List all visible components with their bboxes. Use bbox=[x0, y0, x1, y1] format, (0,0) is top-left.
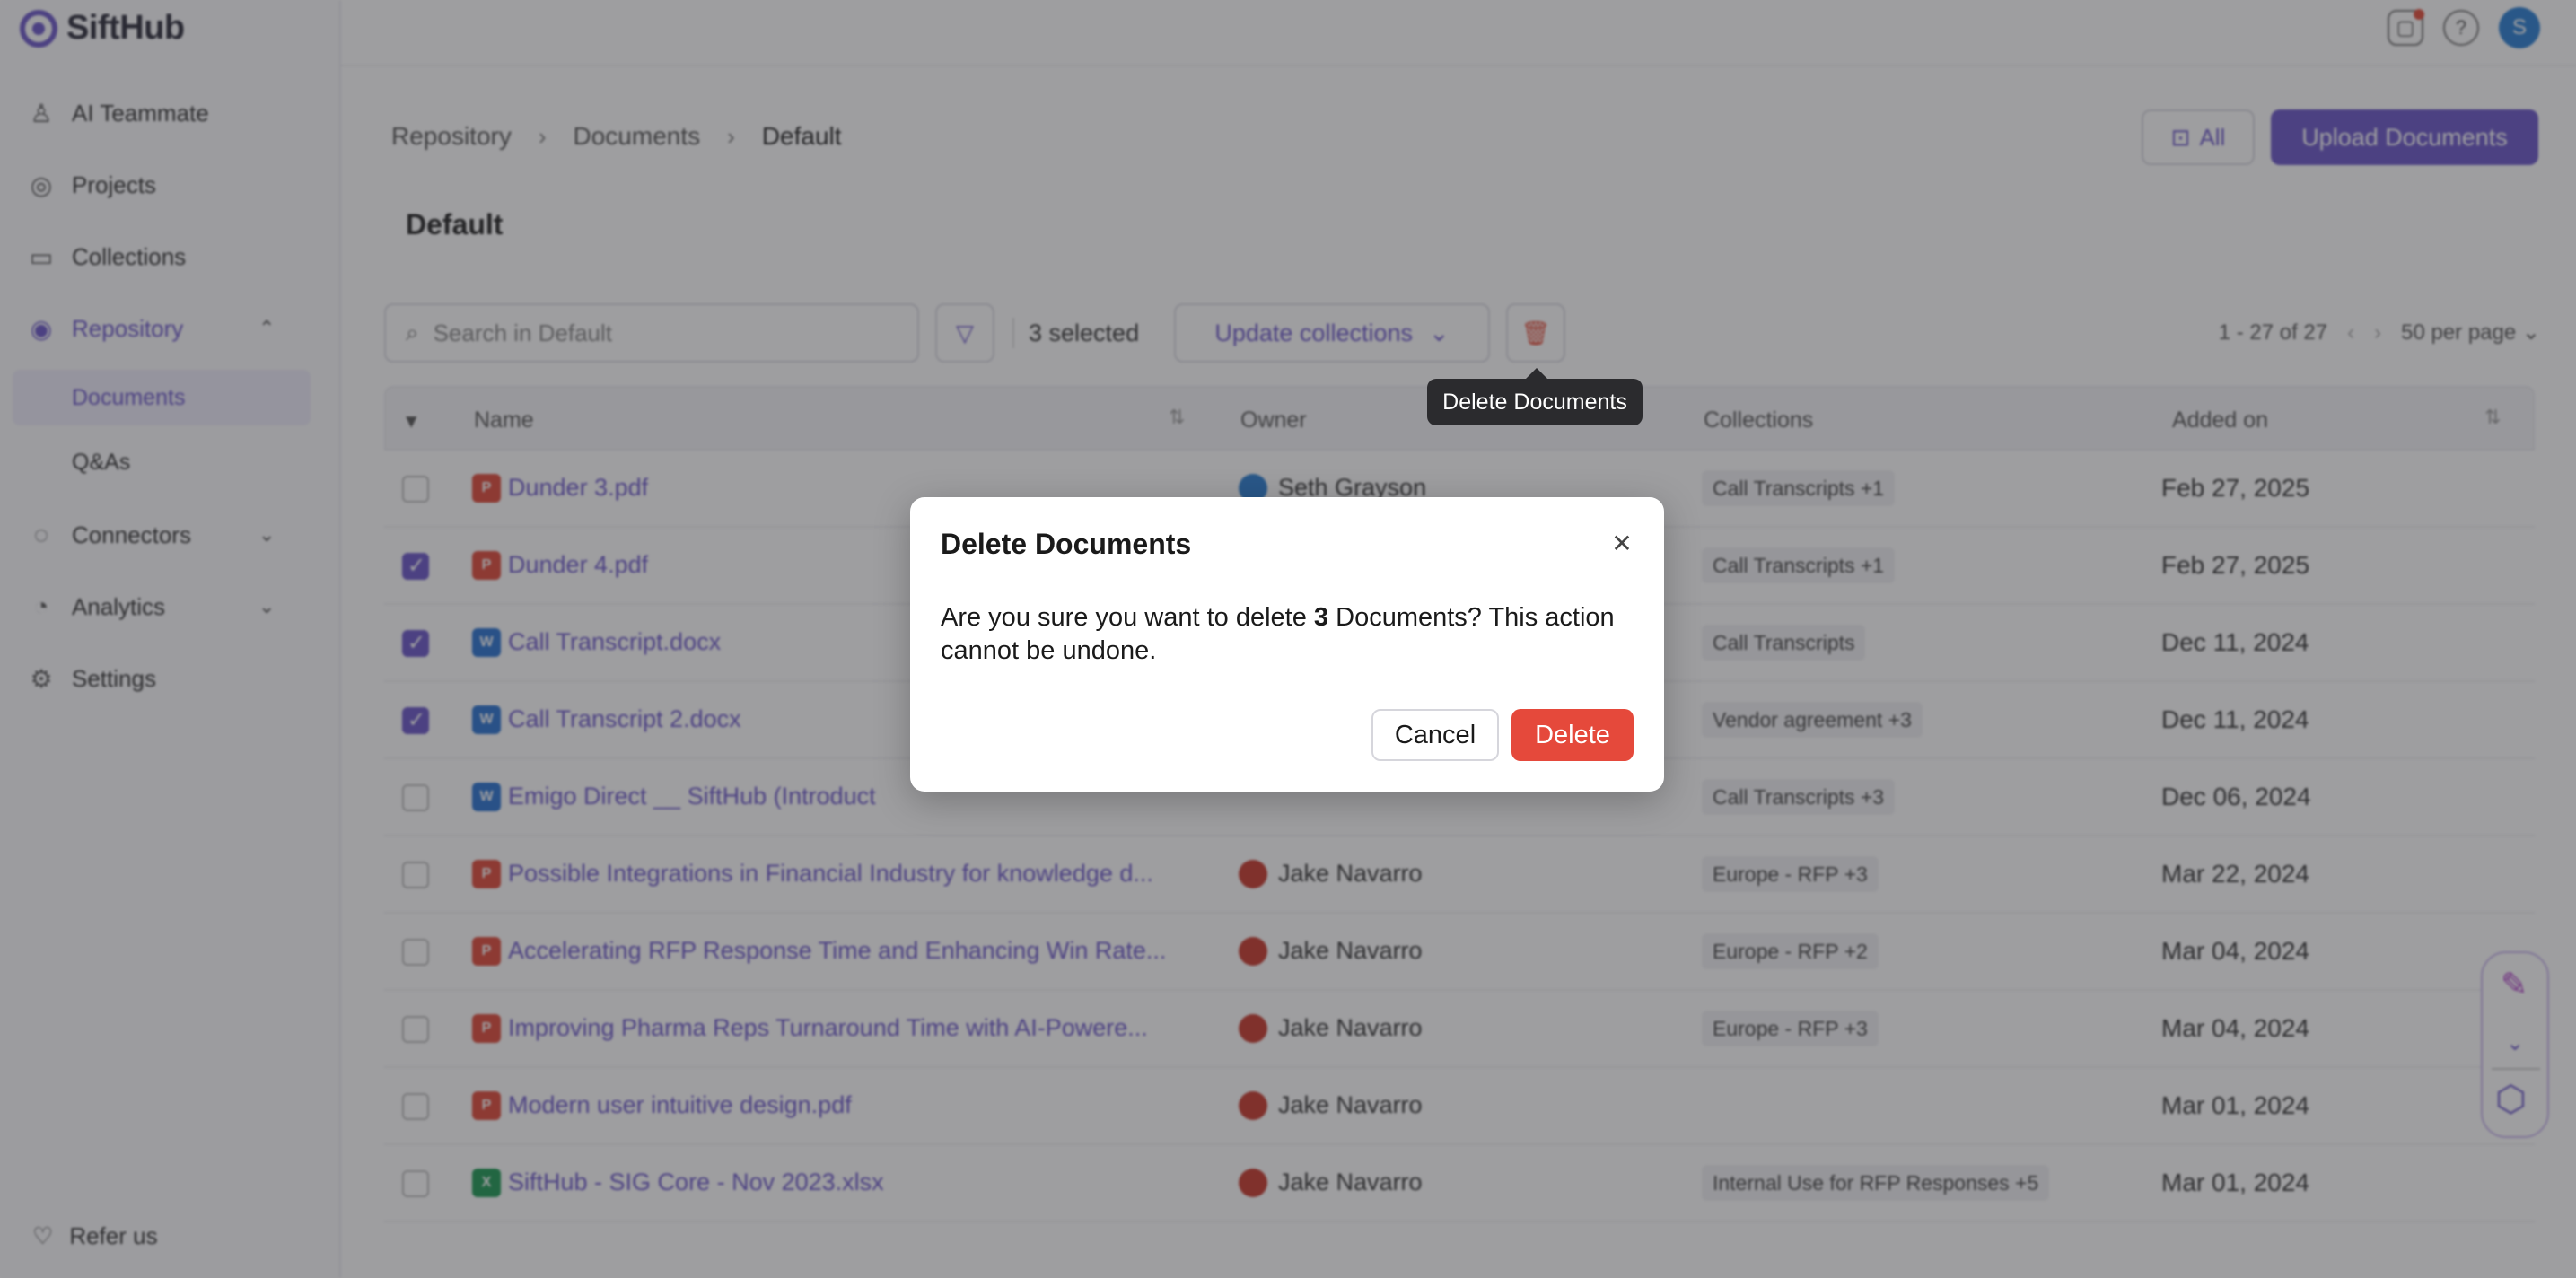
delete-documents-modal: Delete Documents ✕ Are you sure you want… bbox=[910, 497, 1664, 792]
delete-documents-tooltip: Delete Documents bbox=[1427, 368, 1643, 425]
close-icon[interactable]: ✕ bbox=[1607, 528, 1637, 558]
modal-message-prefix: Are you sure you want to delete bbox=[941, 603, 1314, 632]
delete-button[interactable]: Delete bbox=[1511, 709, 1634, 761]
modal-title: Delete Documents bbox=[941, 528, 1192, 560]
cancel-button[interactable]: Cancel bbox=[1371, 709, 1499, 761]
modal-message: Are you sure you want to delete 3 Docume… bbox=[941, 601, 1641, 668]
modal-message-count: 3 bbox=[1313, 603, 1329, 632]
